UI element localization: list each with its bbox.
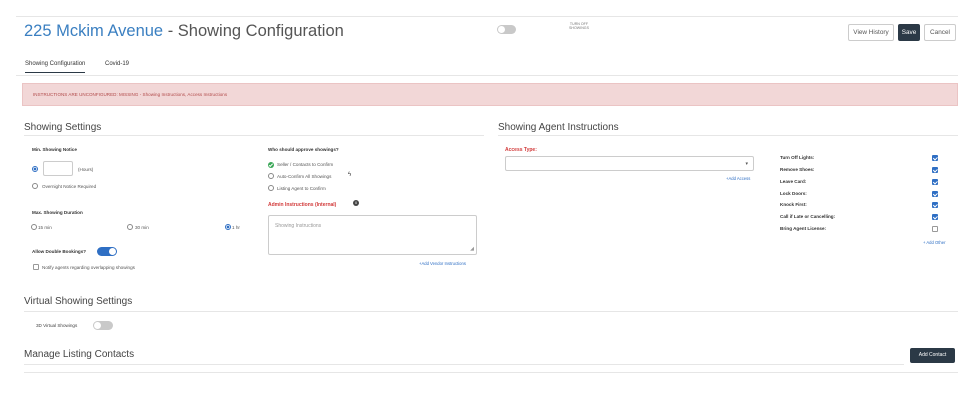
view-history-button[interactable]: View History	[848, 24, 894, 41]
add-contact-button[interactable]: Add Contact	[910, 348, 955, 363]
save-button[interactable]: Save	[898, 24, 920, 41]
page-header: 225 Mckim Avenue - Showing Configuration…	[16, 17, 958, 47]
min-notice-radio[interactable]	[32, 166, 38, 172]
double-bookings-toggle[interactable]	[97, 247, 117, 256]
approve-label: Who should approve showings?	[268, 147, 339, 152]
unconfigured-alert: INSTRUCTIONS ARE UNCONFIGURED: MISSING -…	[22, 83, 958, 106]
cancel-button[interactable]: Cancel	[924, 24, 956, 41]
section-divider	[24, 364, 904, 365]
agent-item-label: Bring Agent License:	[780, 226, 827, 231]
access-type-select[interactable]: ▾	[505, 156, 754, 171]
add-access-link[interactable]: +Add Access	[726, 176, 750, 181]
remove-shoes-checkbox[interactable]	[932, 167, 938, 173]
turn-off-showings-label: TURN OFF SHOWINGS	[569, 22, 589, 30]
double-bookings-label: Allow Double Bookings?	[32, 249, 87, 254]
tab-showing-configuration[interactable]: Showing Configuration	[25, 61, 86, 73]
seller-confirm-check-icon[interactable]	[268, 162, 274, 168]
agent-item-label: Knock First:	[780, 202, 807, 207]
page-title: 225 Mckim Avenue - Showing Configuration	[24, 22, 344, 41]
hours-label: (Hours)	[78, 167, 94, 172]
add-vendor-instructions-link[interactable]: +Add Vendor Instructions	[419, 261, 466, 266]
section-divider	[498, 135, 958, 136]
call-if-late-checkbox[interactable]	[932, 214, 938, 220]
property-address: 225 Mckim Avenue	[24, 22, 164, 40]
overnight-label: Overnight Notice Required	[42, 184, 97, 189]
listing-agent-label: Listing Agent to Confirm	[277, 186, 326, 191]
agent-item-label: Turn Off Lights:	[780, 155, 815, 160]
bring-license-checkbox[interactable]	[932, 226, 938, 232]
lock-doors-checkbox[interactable]	[932, 191, 938, 197]
section-divider	[24, 135, 484, 136]
turn-off-lights-checkbox[interactable]	[932, 155, 938, 161]
listing-contacts-title: Manage Listing Contacts	[24, 349, 135, 360]
max-duration-label: Max. Showing Duration	[32, 210, 83, 215]
info-icon[interactable]: i	[353, 200, 359, 206]
add-other-link[interactable]: + Add Other	[923, 240, 945, 245]
tab-covid-19[interactable]: Covid-19	[105, 61, 129, 67]
virtual-showings-toggle[interactable]	[93, 321, 113, 330]
notify-agents-checkbox[interactable]	[33, 264, 39, 270]
virtual-settings-title: Virtual Showing Settings	[24, 296, 133, 307]
min-notice-label: Min. Showing Notice	[32, 147, 77, 152]
virtual-showings-label: 3D Virtual Showings	[36, 323, 78, 328]
overnight-radio[interactable]	[32, 183, 38, 189]
bottom-border	[24, 372, 958, 373]
notify-agents-label: Notify agents regarding overlapping show…	[42, 265, 135, 270]
agent-item-label: Remove Shoes:	[780, 167, 815, 172]
resize-grip-icon[interactable]: ◢	[470, 247, 474, 252]
listing-agent-radio[interactable]	[268, 185, 274, 191]
lightning-icon: ϟ	[348, 172, 352, 178]
access-type-label: Access Type:	[505, 147, 537, 153]
seller-confirm-label: Seller / Contacts to Confirm	[277, 162, 334, 167]
duration-1hr-label: 1 hr	[232, 225, 240, 230]
title-suffix: - Showing Configuration	[163, 22, 344, 40]
agent-instructions-title: Showing Agent Instructions	[498, 122, 619, 133]
auto-confirm-radio[interactable]	[268, 173, 274, 179]
turn-off-showings-toggle[interactable]	[497, 25, 516, 34]
showing-settings-title: Showing Settings	[24, 122, 102, 133]
alert-text: INSTRUCTIONS ARE UNCONFIGURED: MISSING -…	[33, 92, 228, 97]
admin-instructions-label: Admin Instructions (Internal)	[268, 202, 337, 208]
duration-30-radio[interactable]	[127, 224, 133, 230]
admin-instructions-textarea[interactable]: Showing Instructions ◢	[268, 215, 477, 255]
duration-15-label: 15 min	[38, 225, 52, 230]
auto-confirm-label: Auto-Confirm All Showings	[277, 174, 332, 179]
duration-15-radio[interactable]	[31, 224, 37, 230]
chevron-down-icon: ▾	[745, 161, 748, 167]
agent-item-label: Call if Late or Cancelling:	[780, 214, 836, 219]
agent-item-label: Leave Card:	[780, 179, 807, 184]
agent-item-label: Lock Doors:	[780, 191, 807, 196]
notice-hours-input[interactable]	[43, 161, 73, 176]
admin-instructions-placeholder: Showing Instructions	[275, 223, 322, 229]
tab-bar: Showing Configuration Covid-19	[16, 56, 958, 76]
section-divider	[24, 311, 958, 312]
leave-card-checkbox[interactable]	[932, 179, 938, 185]
duration-1hr-radio[interactable]	[225, 224, 231, 230]
duration-30-label: 30 min	[135, 225, 149, 230]
knock-first-checkbox[interactable]	[932, 202, 938, 208]
